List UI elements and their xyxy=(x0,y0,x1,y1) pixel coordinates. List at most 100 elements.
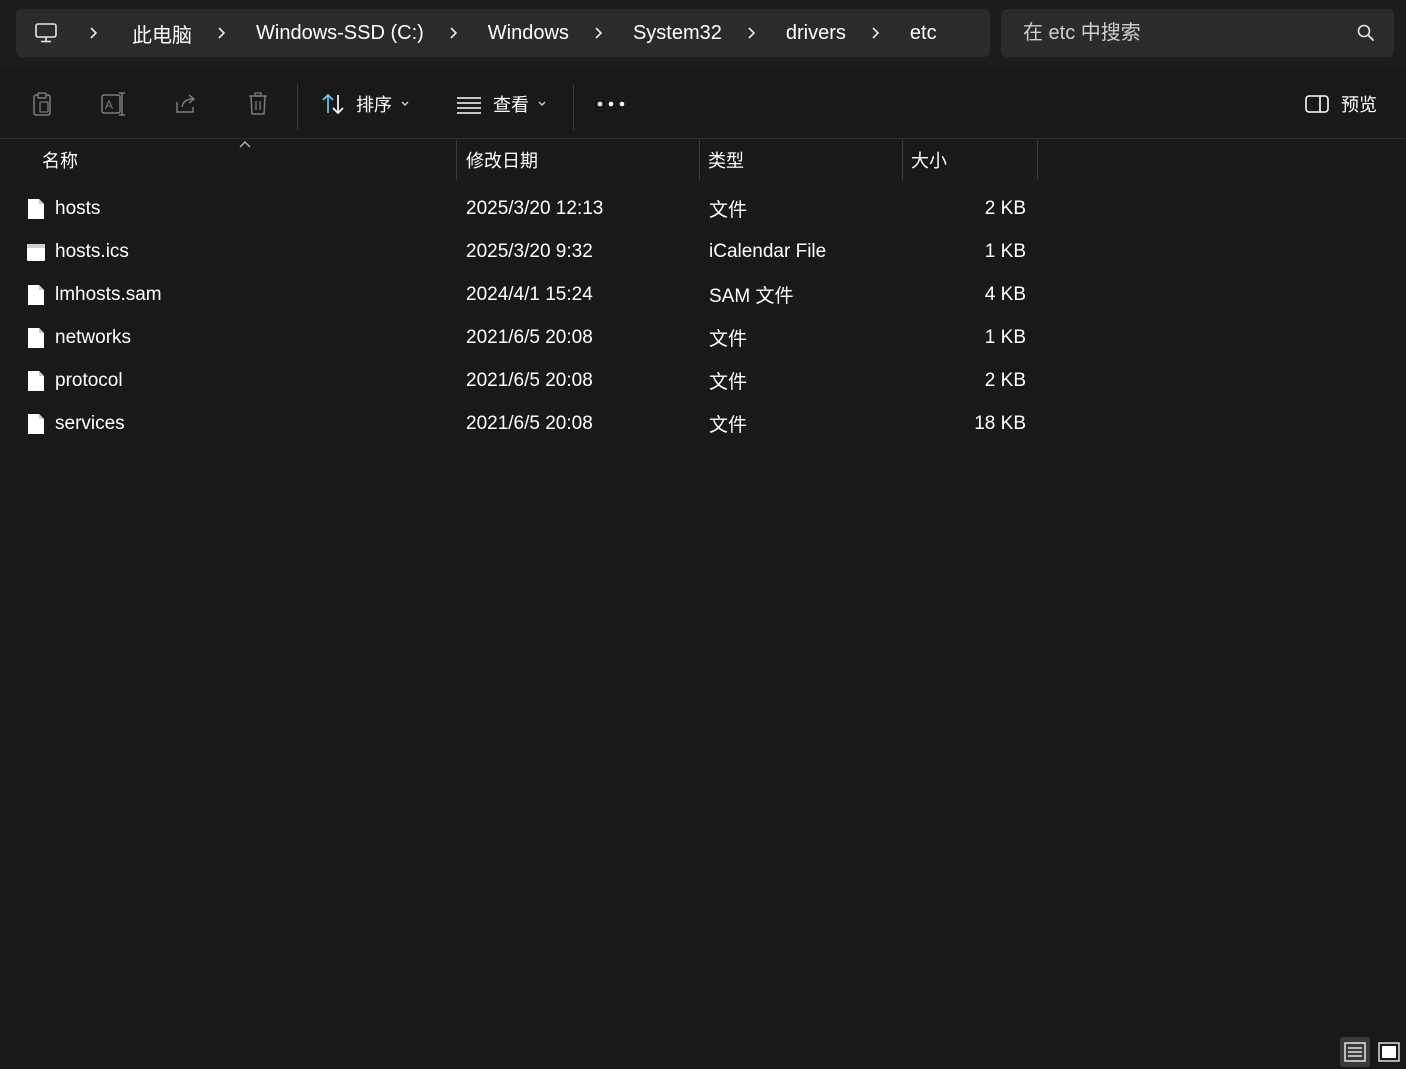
file-name: protocol xyxy=(55,369,123,391)
breadcrumb[interactable]: 此电脑 Windows-SSD (C:) Windows System32 dr… xyxy=(16,9,990,57)
paste-button[interactable] xyxy=(22,82,62,126)
file-type: iCalendar File xyxy=(709,240,827,262)
more-icon xyxy=(597,101,625,107)
file-modified: 2021/6/5 20:08 xyxy=(466,326,593,348)
column-header-label: 名称 xyxy=(42,151,78,171)
chevron-right-icon[interactable] xyxy=(80,9,106,57)
file-type: SAM 文件 xyxy=(709,286,794,307)
column-header-label: 类型 xyxy=(708,151,744,171)
file-size: 2 KB xyxy=(984,197,1026,219)
file-icon xyxy=(27,370,45,392)
breadcrumb-label: etc xyxy=(909,21,937,44)
file-type: 文件 xyxy=(709,200,748,221)
column-header-type[interactable]: 类型 xyxy=(708,140,898,180)
column-divider[interactable] xyxy=(699,140,700,180)
breadcrumb-label: 此电脑 xyxy=(132,24,192,47)
breadcrumb-label: Windows xyxy=(487,21,569,44)
file-icon xyxy=(27,198,45,220)
breadcrumb-label: Windows-SSD (C:) xyxy=(256,21,424,44)
file-name: networks xyxy=(55,326,132,348)
chevron-right-icon[interactable] xyxy=(862,9,888,57)
search-input[interactable] xyxy=(1023,21,1356,45)
file-name: hosts.ics xyxy=(55,240,129,262)
preview-pane-icon xyxy=(1304,94,1330,114)
delete-icon xyxy=(247,91,269,117)
file-type: 文件 xyxy=(709,329,748,350)
toolbar-divider xyxy=(297,84,298,130)
chevron-right-icon[interactable] xyxy=(208,9,234,57)
delete-button[interactable] xyxy=(238,82,278,126)
file-name: services xyxy=(55,412,125,434)
file-row[interactable]: hosts.ics 2025/3/20 9:32 iCalendar File … xyxy=(0,230,1040,273)
this-pc-icon[interactable] xyxy=(34,9,64,57)
column-header-label: 大小 xyxy=(911,151,947,171)
file-size: 1 KB xyxy=(984,326,1026,348)
breadcrumb-label: drivers xyxy=(785,21,846,44)
rename-button[interactable]: A xyxy=(94,82,134,126)
column-divider[interactable] xyxy=(902,140,903,180)
file-row[interactable]: protocol 2021/6/5 20:08 文件 2 KB xyxy=(0,359,1040,402)
column-divider[interactable] xyxy=(1037,140,1038,180)
column-header-row: 名称 修改日期 类型 大小 xyxy=(0,140,1040,180)
file-name: lmhosts.sam xyxy=(55,283,162,305)
file-modified: 2021/6/5 20:08 xyxy=(466,369,593,391)
sort-button[interactable]: 排序 xyxy=(320,82,420,126)
column-header-name[interactable]: 名称 xyxy=(42,140,452,180)
breadcrumb-item-this-pc[interactable]: 此电脑 xyxy=(124,9,200,57)
view-label: 查看 xyxy=(493,95,529,115)
large-icons-view-toggle[interactable] xyxy=(1374,1037,1404,1067)
search-box[interactable] xyxy=(1001,9,1394,57)
file-icon xyxy=(27,284,45,306)
file-icon xyxy=(27,327,45,349)
breadcrumb-label: System32 xyxy=(632,21,722,44)
column-header-modified[interactable]: 修改日期 xyxy=(466,140,696,180)
file-type: 文件 xyxy=(709,415,748,436)
toolbar-divider xyxy=(573,84,574,130)
file-icon xyxy=(27,413,45,435)
more-options-button[interactable] xyxy=(592,82,630,126)
file-row[interactable]: hosts 2025/3/20 12:13 文件 2 KB xyxy=(0,187,1040,230)
breadcrumb-item-system32[interactable]: System32 xyxy=(625,9,730,57)
view-button[interactable]: 查看 xyxy=(456,82,556,126)
file-modified: 2025/3/20 12:13 xyxy=(466,197,604,219)
file-size: 1 KB xyxy=(984,240,1026,262)
view-icon xyxy=(456,94,482,114)
file-type: 文件 xyxy=(709,372,748,393)
chevron-right-icon[interactable] xyxy=(738,9,764,57)
column-divider[interactable] xyxy=(456,140,457,180)
file-row[interactable]: lmhosts.sam 2024/4/1 15:24 SAM 文件 4 KB xyxy=(0,273,1040,316)
file-modified: 2024/4/1 15:24 xyxy=(466,283,593,305)
chevron-down-icon xyxy=(400,100,410,108)
sort-label: 排序 xyxy=(356,95,392,115)
breadcrumb-item-windows-ssd[interactable]: Windows-SSD (C:) xyxy=(248,9,432,57)
column-header-label: 修改日期 xyxy=(466,151,538,171)
search-icon[interactable] xyxy=(1356,23,1376,43)
file-modified: 2025/3/20 9:32 xyxy=(466,240,593,262)
breadcrumb-item-windows[interactable]: Windows xyxy=(480,9,577,57)
share-button[interactable] xyxy=(166,82,206,126)
chevron-down-icon xyxy=(537,100,547,108)
details-view-toggle[interactable] xyxy=(1340,1037,1370,1067)
sort-icon xyxy=(320,92,346,116)
calendar-file-icon xyxy=(26,242,46,262)
column-header-size[interactable]: 大小 xyxy=(911,140,1035,180)
breadcrumb-item-drivers[interactable]: drivers xyxy=(778,9,854,57)
svg-text:A: A xyxy=(105,98,113,112)
file-name: hosts xyxy=(55,197,101,219)
details-view-icon xyxy=(1344,1042,1366,1062)
breadcrumb-item-etc[interactable]: etc xyxy=(902,9,945,57)
file-row[interactable]: networks 2021/6/5 20:08 文件 1 KB xyxy=(0,316,1040,359)
chevron-right-icon[interactable] xyxy=(585,9,611,57)
chevron-right-icon[interactable] xyxy=(440,9,466,57)
file-row[interactable]: services 2021/6/5 20:08 文件 18 KB xyxy=(0,402,1040,445)
address-bar-row: 此电脑 Windows-SSD (C:) Windows System32 dr… xyxy=(0,0,1406,68)
file-modified: 2021/6/5 20:08 xyxy=(466,412,593,434)
file-size: 2 KB xyxy=(984,369,1026,391)
command-bar: A 排序 查看 预览 xyxy=(0,70,1406,139)
file-size: 4 KB xyxy=(984,283,1026,305)
large-icons-view-icon xyxy=(1378,1042,1400,1062)
preview-pane-button[interactable]: 预览 xyxy=(1304,82,1386,126)
file-size: 18 KB xyxy=(974,412,1026,434)
rename-icon: A xyxy=(100,91,128,117)
preview-label: 预览 xyxy=(1341,95,1377,115)
